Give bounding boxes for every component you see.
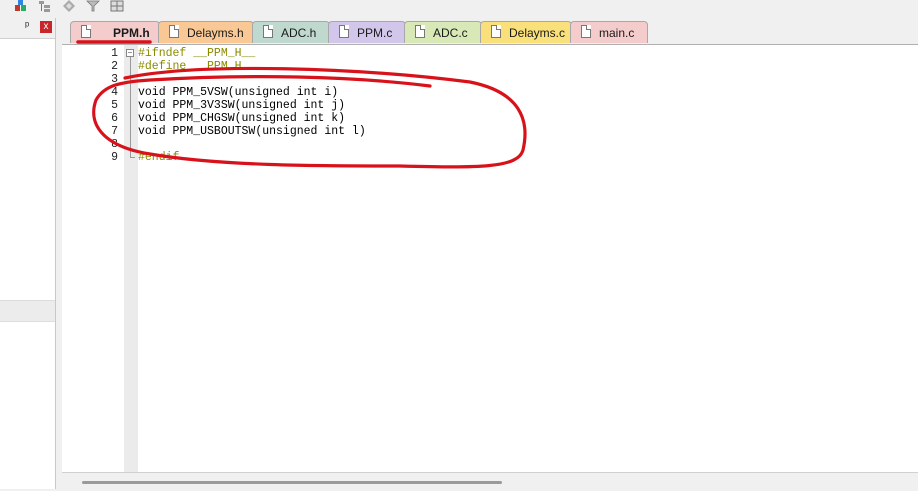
line-number: 4 bbox=[111, 86, 118, 99]
file-icon bbox=[415, 25, 425, 38]
grid-icon[interactable] bbox=[110, 0, 124, 12]
file-icon bbox=[81, 25, 91, 38]
pin-icon[interactable]: ᵖ bbox=[25, 20, 29, 32]
project-panel: ᵖ x bbox=[0, 18, 56, 489]
close-icon[interactable]: x bbox=[40, 21, 52, 33]
project-icon[interactable] bbox=[14, 0, 28, 12]
code-line[interactable]: #define __PPM_H bbox=[138, 60, 242, 73]
line-number: 6 bbox=[111, 112, 118, 125]
tab-ppm-h[interactable]: PPM.h bbox=[70, 21, 160, 43]
editor-tab-bar: PPM.h Delayms.h ADC.h PPM.c ADC.c Delaym… bbox=[62, 18, 918, 44]
line-number: 8 bbox=[111, 138, 118, 151]
tab-adc-c[interactable]: ADC.c bbox=[404, 21, 482, 43]
line-number: 2 bbox=[111, 60, 118, 73]
fold-line bbox=[130, 57, 131, 157]
code-line[interactable]: #endif bbox=[138, 151, 179, 164]
tab-delayms-h[interactable]: Delayms.h bbox=[158, 21, 254, 43]
code-line[interactable]: void PPM_USBOUTSW(unsigned int l) bbox=[138, 125, 366, 138]
horizontal-scrollbar[interactable] bbox=[62, 472, 918, 491]
tab-delayms-c[interactable]: Delayms.c bbox=[480, 21, 572, 43]
tab-label: Delayms.c bbox=[509, 26, 566, 40]
line-number: 9 bbox=[111, 151, 118, 164]
file-icon bbox=[491, 25, 501, 38]
funnel-icon[interactable] bbox=[86, 0, 100, 12]
fold-minus-icon[interactable]: − bbox=[126, 49, 134, 57]
toolbar bbox=[0, 0, 918, 14]
line-number-gutter: 1 2 3 4 5 6 7 8 9 bbox=[62, 45, 124, 472]
tab-label: PPM.c bbox=[357, 26, 393, 40]
code-line[interactable]: void PPM_3V3SW(unsigned int j) bbox=[138, 99, 345, 112]
code-editor[interactable]: 1 2 3 4 5 6 7 8 9 − #ifndef __PPM_H__ #d… bbox=[62, 44, 918, 491]
tab-label: Delayms.h bbox=[187, 26, 244, 40]
line-number: 1 bbox=[111, 47, 118, 60]
diamond-icon[interactable] bbox=[62, 0, 76, 12]
tab-adc-h[interactable]: ADC.h bbox=[252, 21, 330, 43]
tab-label: ADC.h bbox=[281, 26, 317, 40]
tree-icon[interactable] bbox=[38, 0, 52, 12]
code-line[interactable]: void PPM_5VSW(unsigned int i) bbox=[138, 86, 338, 99]
tab-ppm-c[interactable]: PPM.c bbox=[328, 21, 406, 43]
code-line[interactable]: #ifndef __PPM_H__ bbox=[138, 47, 255, 60]
file-icon bbox=[581, 25, 591, 38]
tab-label: main.c bbox=[599, 26, 635, 40]
project-panel-row[interactable] bbox=[0, 300, 55, 322]
file-icon bbox=[263, 25, 273, 38]
fold-margin bbox=[124, 45, 138, 472]
file-icon bbox=[169, 25, 179, 38]
tab-label: ADC.c bbox=[433, 26, 468, 40]
tab-label: PPM.h bbox=[113, 26, 150, 40]
scrollbar-thumb[interactable] bbox=[82, 481, 502, 484]
line-number: 7 bbox=[111, 125, 118, 138]
tab-main-c[interactable]: main.c bbox=[570, 21, 648, 43]
code-line[interactable]: void PPM_CHGSW(unsigned int k) bbox=[138, 112, 345, 125]
line-number: 3 bbox=[111, 73, 118, 86]
line-number: 5 bbox=[111, 99, 118, 112]
file-icon bbox=[339, 25, 349, 38]
project-panel-header: ᵖ x bbox=[0, 18, 55, 39]
fold-end bbox=[130, 157, 135, 158]
